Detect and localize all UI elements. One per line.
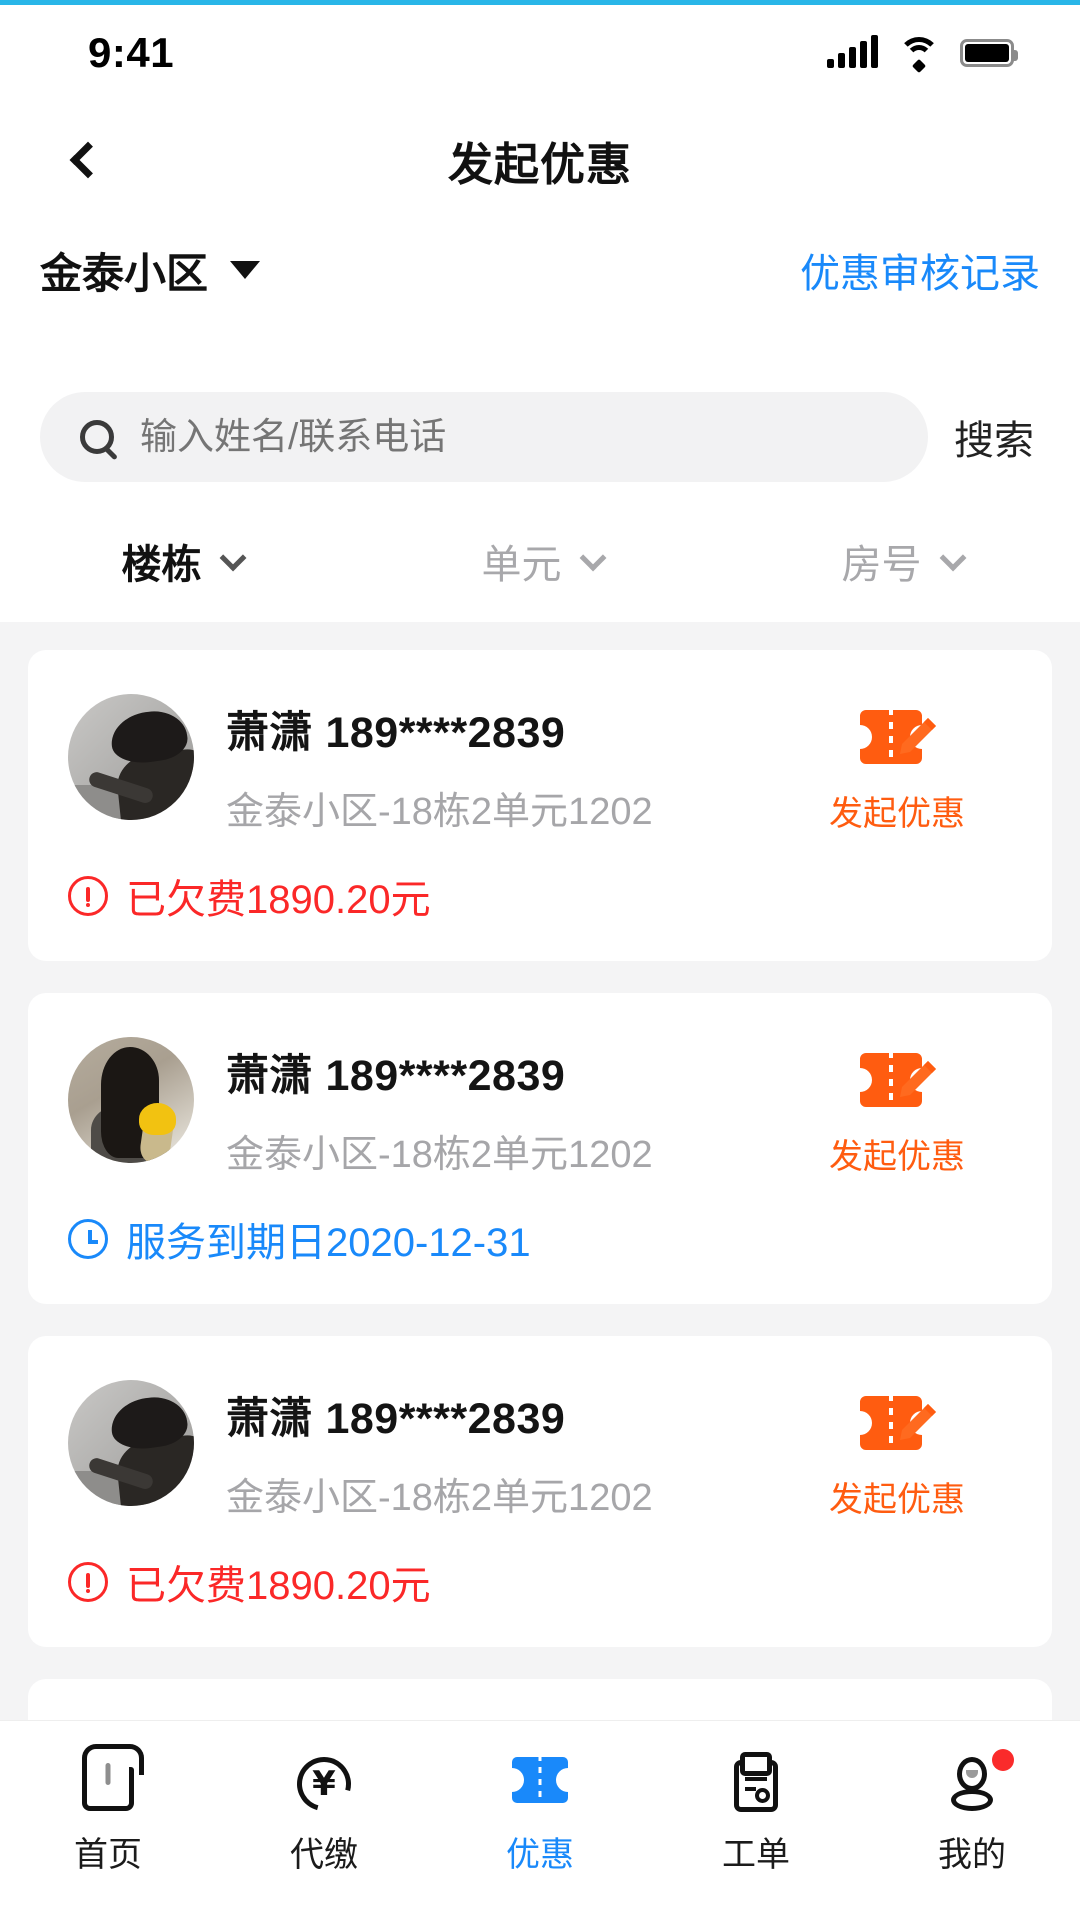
filter-room[interactable]: 房号 xyxy=(720,532,1080,590)
resident-info: 萧潇 189****2839 金泰小区-18栋2单元1202 xyxy=(194,694,782,835)
initiate-discount-label: 发起优惠 xyxy=(829,1472,965,1521)
resident-info: 萧潇 189****2839 金泰小区-18栋2单元1202 xyxy=(194,1380,782,1521)
avatar xyxy=(68,1037,194,1163)
tab-profile[interactable]: 我的 xyxy=(864,1755,1080,1876)
search-row: 搜索 xyxy=(0,383,1080,491)
resident-address: 金泰小区-18栋2单元1202 xyxy=(226,1466,782,1521)
status-line: 已欠费1890.20元 xyxy=(28,1553,1052,1611)
resident-address: 金泰小区-18栋2单元1202 xyxy=(226,1123,782,1178)
search-input[interactable] xyxy=(140,416,888,458)
tab-discount[interactable]: 优惠 xyxy=(432,1755,648,1876)
status-line: 服务到期日2020-12-31 xyxy=(28,1210,1052,1268)
search-button[interactable]: 搜索 xyxy=(954,408,1040,466)
status-text: 已欠费1890.20元 xyxy=(126,1553,431,1611)
cellular-signal-icon xyxy=(827,38,878,68)
status-time: 9:41 xyxy=(88,29,174,77)
caret-down-icon xyxy=(230,261,260,279)
battery-icon xyxy=(960,39,1014,67)
list-item[interactable]: 萧潇 189****2839 金泰小区-18栋2单元1202 发起优惠 已欠费1… xyxy=(28,650,1052,961)
resident-address: 金泰小区-18栋2单元1202 xyxy=(226,780,782,835)
avatar xyxy=(68,1380,194,1506)
wifi-icon xyxy=(898,37,940,69)
clipboard-gear-icon xyxy=(727,1755,785,1813)
initiate-discount-button[interactable]: 发起优惠 xyxy=(782,694,1012,835)
community-selector[interactable]: 金泰小区 xyxy=(40,240,260,301)
chevron-down-icon xyxy=(219,544,246,571)
list-item-main: 萧潇 189****2839 金泰小区-18栋2单元1202 发起优惠 xyxy=(28,1380,1052,1521)
page-title: 发起优惠 xyxy=(0,128,1080,193)
list-item[interactable]: 萧潇 189****2839 金泰小区-18栋2单元1202 发起优惠 服务到期… xyxy=(28,993,1052,1304)
notification-badge xyxy=(992,1749,1014,1771)
nav-header: 发起优惠 xyxy=(0,100,1080,220)
resident-info: 萧潇 189****2839 金泰小区-18栋2单元1202 xyxy=(194,1037,782,1178)
filter-unit-label: 单元 xyxy=(482,532,562,590)
coupon-edit-icon xyxy=(858,1388,936,1458)
list-item[interactable]: 萧潇 189****2839 xyxy=(28,1679,1052,1720)
status-text: 服务到期日2020-12-31 xyxy=(126,1210,531,1268)
filter-room-label: 房号 xyxy=(842,532,922,590)
chevron-down-icon xyxy=(939,544,966,571)
tab-workorder[interactable]: 工单 xyxy=(648,1755,864,1876)
status-bar: 9:41 xyxy=(0,5,1080,100)
coupon-icon xyxy=(511,1755,569,1813)
avatar xyxy=(68,694,194,820)
back-button[interactable] xyxy=(44,120,124,200)
exclamation-circle-icon xyxy=(68,1562,108,1602)
initiate-discount-label: 发起优惠 xyxy=(829,1129,965,1178)
coupon-edit-icon xyxy=(858,702,936,772)
tab-home[interactable]: 首页 xyxy=(0,1755,216,1876)
bottom-tab-bar: 首页 ¥ 代缴 优惠 工单 xyxy=(0,1720,1080,1920)
resident-name: 萧潇 189****2839 xyxy=(226,1041,782,1103)
status-text: 已欠费1890.20元 xyxy=(126,867,431,925)
search-icon xyxy=(80,420,114,454)
list-item[interactable]: 萧潇 189****2839 金泰小区-18栋2单元1202 发起优惠 已欠费1… xyxy=(28,1336,1052,1647)
home-icon xyxy=(79,1755,137,1813)
initiate-discount-button[interactable]: 发起优惠 xyxy=(782,1037,1012,1178)
tab-discount-label: 优惠 xyxy=(506,1827,574,1876)
community-name: 金泰小区 xyxy=(40,240,208,301)
tab-payment-label: 代缴 xyxy=(290,1827,358,1876)
yuan-icon: ¥ xyxy=(295,1755,353,1813)
status-line: 已欠费1890.20元 xyxy=(28,867,1052,925)
clock-icon xyxy=(68,1219,108,1259)
person-icon xyxy=(943,1755,1001,1813)
initiate-discount-label: 发起优惠 xyxy=(829,786,965,835)
status-icons xyxy=(827,37,1014,69)
tab-profile-label: 我的 xyxy=(938,1827,1006,1876)
chevron-left-icon xyxy=(70,142,107,179)
filter-building[interactable]: 楼栋 xyxy=(0,532,360,590)
resident-name: 萧潇 189****2839 xyxy=(226,1384,782,1446)
audit-records-link[interactable]: 优惠审核记录 xyxy=(800,241,1040,299)
search-box[interactable] xyxy=(40,392,928,482)
community-row: 金泰小区 优惠审核记录 xyxy=(0,220,1080,320)
resident-name: 萧潇 189****2839 xyxy=(226,698,782,760)
initiate-discount-button[interactable]: 发起优惠 xyxy=(782,1380,1012,1521)
resident-list[interactable]: 萧潇 189****2839 金泰小区-18栋2单元1202 发起优惠 已欠费1… xyxy=(0,622,1080,1720)
coupon-edit-icon xyxy=(858,1045,936,1115)
filter-row: 楼栋 单元 房号 xyxy=(0,500,1080,622)
tab-payment[interactable]: ¥ 代缴 xyxy=(216,1755,432,1876)
exclamation-circle-icon xyxy=(68,876,108,916)
filter-unit[interactable]: 单元 xyxy=(360,532,720,590)
list-item-main: 萧潇 189****2839 金泰小区-18栋2单元1202 发起优惠 xyxy=(28,1037,1052,1178)
list-item-main: 萧潇 189****2839 金泰小区-18栋2单元1202 发起优惠 xyxy=(28,694,1052,835)
chevron-down-icon xyxy=(579,544,606,571)
filter-building-label: 楼栋 xyxy=(122,532,202,590)
tab-home-label: 首页 xyxy=(74,1827,142,1876)
tab-workorder-label: 工单 xyxy=(722,1827,790,1876)
app-screen: 9:41 发起优惠 金泰小区 优惠审核记录 搜索 楼 xyxy=(0,0,1080,1920)
